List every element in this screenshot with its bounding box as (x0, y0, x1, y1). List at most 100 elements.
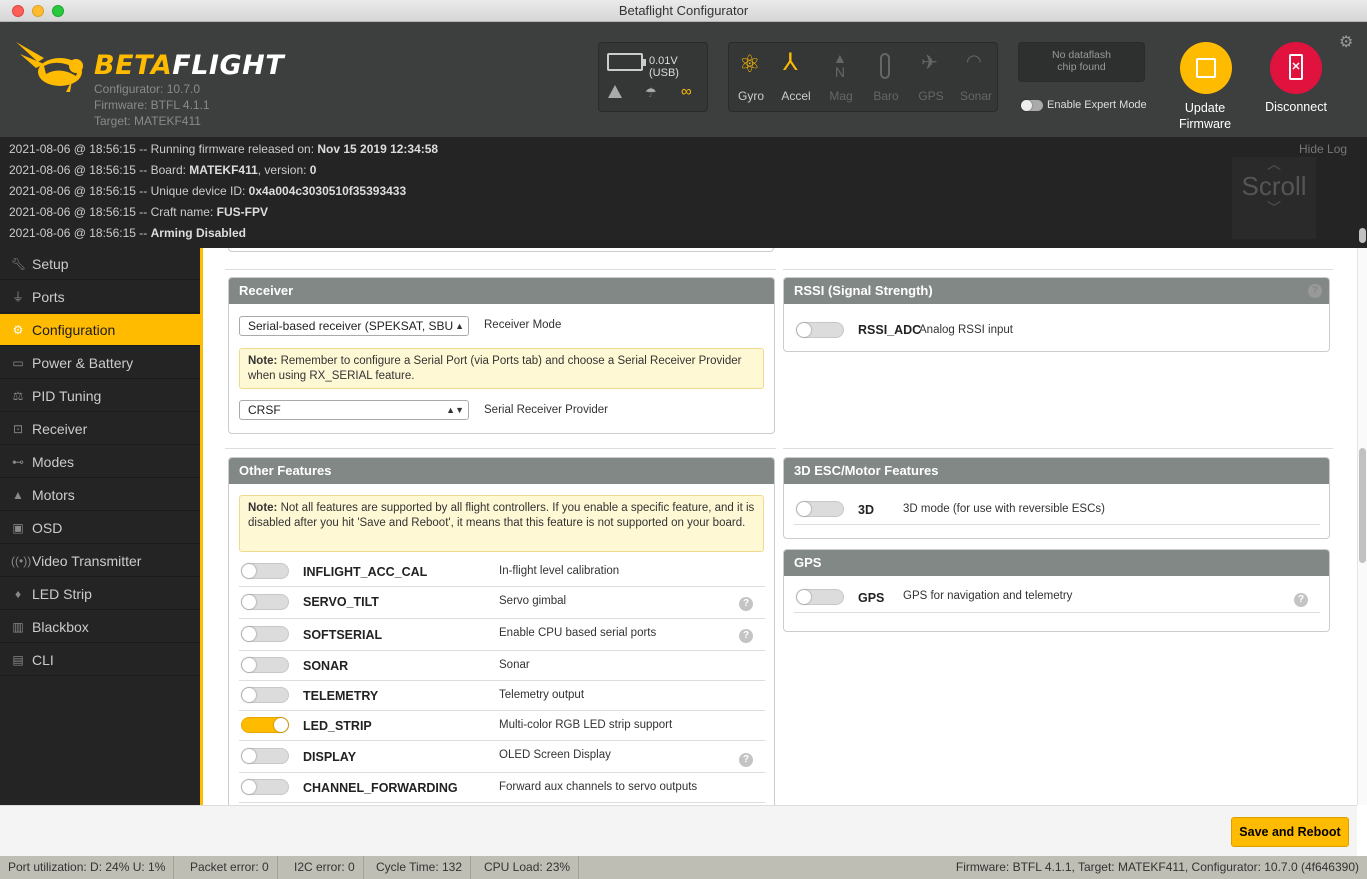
help-icon[interactable]: ? (1294, 593, 1308, 607)
sonar-icon: ◠ (966, 51, 982, 71)
receiver-title: Receiver (229, 278, 774, 304)
help-icon[interactable]: ? (1308, 284, 1322, 298)
feature-toggle[interactable] (796, 589, 844, 605)
sidebar-item-cli[interactable]: ▤ CLI (0, 644, 200, 676)
status-bar: Port utilization: D: 24% U: 1% Packet er… (0, 856, 1367, 879)
other-features-title: Other Features (229, 458, 774, 484)
feature-row-3d: 3D 3D mode (for use with reversible ESCs… (794, 495, 1320, 525)
gear-icon: ⚙ (12, 323, 24, 337)
sensor-gps: ✈ GPS (918, 52, 944, 103)
rssi-title: RSSI (Signal Strength) (784, 278, 1329, 304)
led-icon: ♦ (14, 587, 22, 601)
configurator-version: Configurator: 10.7.0 (94, 82, 201, 96)
pid-icon: ⚖ (12, 389, 24, 403)
help-icon[interactable]: ? (739, 753, 753, 767)
gps-title: GPS (784, 550, 1329, 576)
rssi-adc-toggle[interactable] (796, 322, 844, 338)
sidebar-item-osd[interactable]: ▣ OSD (0, 512, 200, 544)
sidebar-item-receiver[interactable]: ⊡ Receiver (0, 413, 200, 445)
sensor-gyro: ⚛ Gyro (737, 51, 764, 104)
cycle-time: Cycle Time: 132 (368, 856, 472, 879)
feature-toggle[interactable] (796, 501, 844, 517)
expert-mode-label: Enable Expert Mode (1047, 99, 1147, 111)
sidebar-item-pid-tuning[interactable]: ⚖ PID Tuning (0, 380, 200, 412)
feature-toggle[interactable] (241, 779, 289, 795)
scroll-up-icon: ︿ (1267, 156, 1281, 172)
feature-toggle[interactable] (241, 657, 289, 673)
configuration-content[interactable]: Receiver Serial-based receiver (SPEKSAT,… (203, 248, 1357, 805)
wrench-icon: 🔧︎ (11, 257, 27, 271)
motor-icon: ▲ (12, 488, 24, 502)
sidebar-item-led-strip[interactable]: ♦ LED Strip (0, 578, 200, 610)
sidebar-item-video-transmitter[interactable]: ((•)) Video Transmitter (0, 545, 200, 577)
sidebar-item-power-battery[interactable]: ▭ Power & Battery (0, 347, 200, 379)
sensor-mag: ▲ N Mag (829, 50, 853, 103)
feature-row-inflight-acc-cal: INFLIGHT_ACC_CAL In-flight level calibrat… (239, 557, 765, 587)
feature-toggle[interactable] (241, 594, 289, 610)
feature-row-gps: GPS GPS for navigation and telemetry ? (794, 583, 1320, 613)
sidebar-item-motors[interactable]: ▲ Motors (0, 479, 200, 511)
mag-icon: ▲ N (833, 50, 847, 80)
help-icon[interactable]: ? (739, 597, 753, 611)
maximize-window-button[interactable] (52, 5, 64, 17)
feature-toggle[interactable] (241, 687, 289, 703)
sensor-accel: ⅄ Accel (781, 49, 811, 104)
gps-panel: GPS GPS GPS for navigation and telemetry… (783, 549, 1330, 632)
feature-toggle[interactable] (241, 717, 289, 733)
feature-toggle[interactable] (241, 563, 289, 579)
minimize-window-button[interactable] (32, 5, 44, 17)
sidebar-item-ports[interactable]: ⏚ Ports (0, 281, 200, 313)
log-line: 2021-08-06 @ 18:56:15 -- Board: MATEKF41… (9, 163, 317, 177)
antenna-icon: ((•)) (11, 554, 32, 568)
disconnect-button[interactable]: ✕ Disconnect (1262, 42, 1330, 122)
feature-toggle[interactable] (241, 748, 289, 764)
terminal-icon: ▤ (12, 653, 24, 667)
battery-voltage: 0.01V (USB) (649, 55, 679, 79)
expert-mode-toggle[interactable] (1021, 100, 1043, 111)
sidebar-nav: 🔧︎ Setup ⏚ Ports ⚙ Configuration ▭ Power & B… (0, 248, 200, 856)
warning-icon (608, 85, 622, 98)
target-board: Target: MATEKF411 (94, 114, 201, 128)
log-line: 2021-08-06 @ 18:56:15 -- Arming Disabled (9, 226, 246, 240)
window-titlebar: Betaflight Configurator (0, 0, 1367, 22)
close-window-button[interactable] (12, 5, 24, 17)
log-line: 2021-08-06 @ 18:56:15 -- Unique device I… (9, 184, 407, 198)
window-title: Betaflight Configurator (618, 3, 749, 18)
sensor-baro: Baro (864, 43, 908, 113)
version-info: Firmware: BTFL 4.1.1, Target: MATEKF411,… (955, 860, 1359, 874)
hide-log-link[interactable]: Hide Log (1299, 142, 1347, 156)
sidebar-item-modes[interactable]: ⊷ Modes (0, 446, 200, 478)
rssi-panel: RSSI (Signal Strength) ? RSSI_ADC Analog… (783, 277, 1330, 352)
divider (783, 269, 1333, 270)
sidebar-item-setup[interactable]: 🔧︎ Setup (0, 248, 200, 280)
port-utilization: Port utilization: D: 24% U: 1% (0, 856, 175, 879)
receiver-mode-select[interactable]: Serial-based receiver (SPEKSAT, SBUS, SU… (239, 316, 469, 336)
gps-icon: ✈ (921, 52, 938, 74)
parachute-icon: ☂ (645, 85, 657, 100)
help-icon[interactable]: ? (739, 629, 753, 643)
feature-row-telemetry: TELEMETRY Telemetry output (239, 681, 765, 711)
sidebar-item-blackbox[interactable]: ▥ Blackbox (0, 611, 200, 643)
gyro-icon: ⚛ (739, 51, 761, 78)
receiver-note: Note: Remember to configure a Serial Por… (239, 348, 764, 389)
settings-gear-icon[interactable]: ⚙ (1339, 32, 1353, 52)
save-and-reboot-button[interactable]: Save and Reboot (1231, 817, 1349, 847)
sensor-sonar: ◠ Sonar (959, 51, 993, 103)
accel-icon: ⅄ (783, 49, 798, 76)
serial-provider-select[interactable]: CRSF ▲▼ (239, 400, 469, 420)
divider (783, 448, 1333, 449)
log-scroll-indicator[interactable]: ︿ Scroll ﹀ (1232, 157, 1316, 239)
sidebar-item-configuration[interactable]: ⚙ Configuration (0, 314, 200, 346)
feature-toggle[interactable] (241, 626, 289, 642)
update-firmware-button[interactable]: Update Firmware (1170, 42, 1240, 137)
feature-row-display: DISPLAY OLED Screen Display ? (239, 741, 765, 773)
battery-icon: ▭ (12, 356, 24, 370)
toggle-icon: ⊷ (12, 455, 24, 469)
previous-section-edge (228, 248, 774, 252)
packet-error: Packet error: 0 (182, 856, 278, 879)
divider (225, 269, 776, 270)
scrollbar-thumb[interactable] (1359, 448, 1366, 563)
receiver-icon: ⊡ (12, 422, 24, 436)
baro-icon (880, 53, 890, 79)
main-scrollbar[interactable] (1357, 228, 1367, 805)
